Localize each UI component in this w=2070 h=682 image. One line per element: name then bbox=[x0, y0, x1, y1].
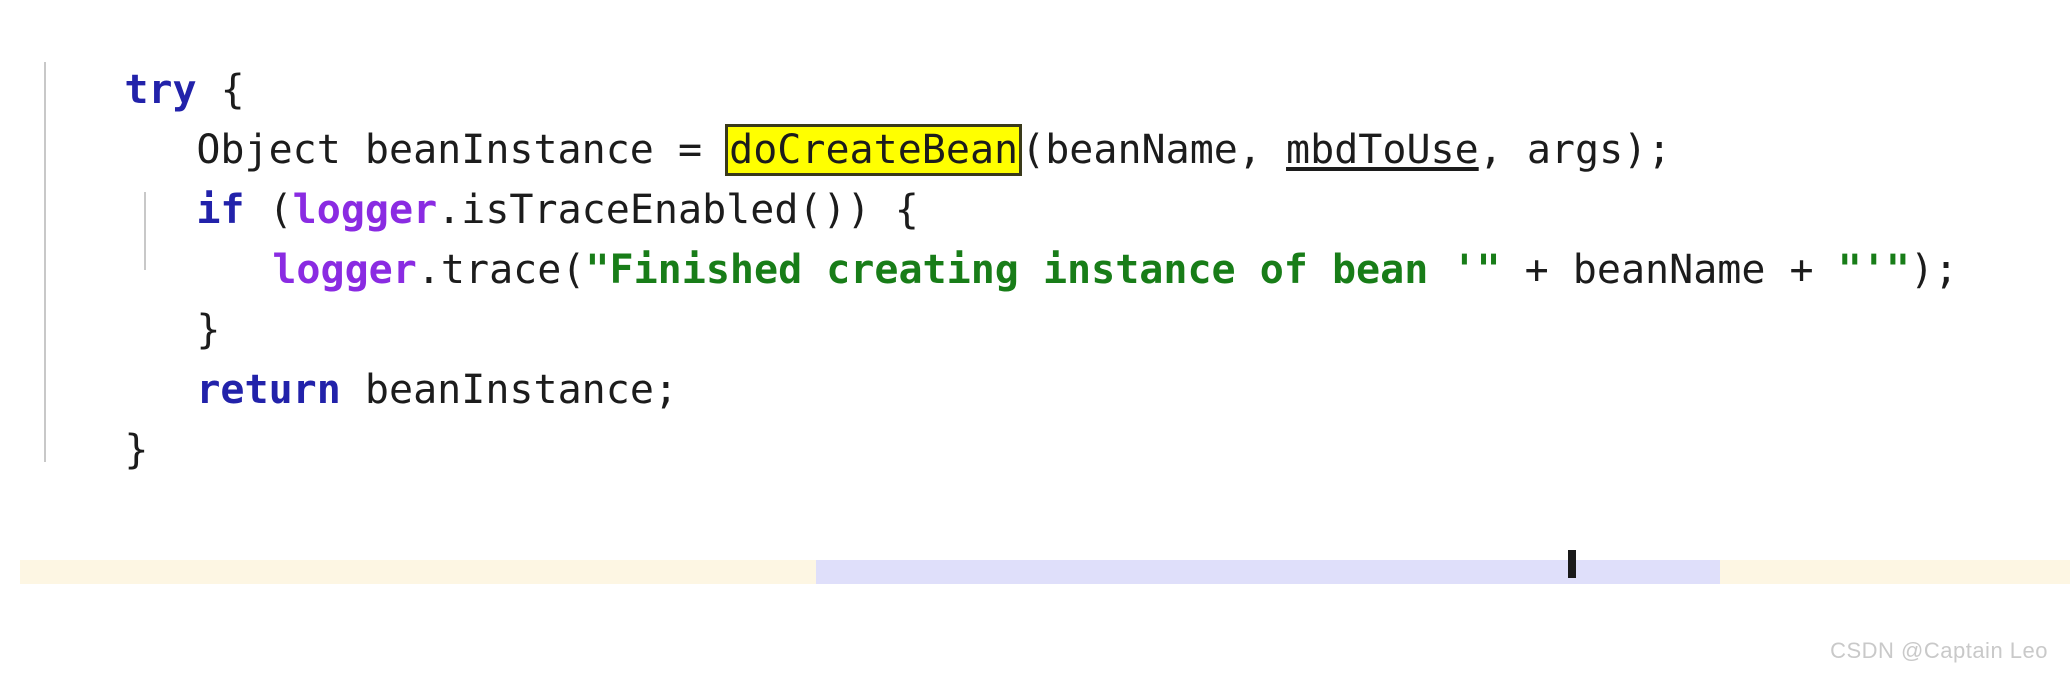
bar-cream-right bbox=[1720, 560, 2070, 584]
bar-lavender bbox=[816, 560, 1720, 584]
code-line[interactable]: Object beanInstance = doCreateBean(beanN… bbox=[0, 60, 2070, 176]
code-line[interactable]: logger.trace("Finished creating instance… bbox=[0, 180, 2070, 293]
code-line[interactable]: try { bbox=[0, 0, 2070, 113]
code-editor[interactable]: try { Object beanInstance = doCreateBean… bbox=[0, 0, 2070, 560]
bar-cream-left bbox=[20, 560, 816, 584]
code-line[interactable]: return beanInstance; bbox=[0, 300, 2070, 413]
code-token-plain: } bbox=[124, 427, 149, 473]
code-line[interactable]: } bbox=[0, 360, 2070, 473]
bottom-bar-strip bbox=[0, 560, 2070, 584]
code-line[interactable]: } bbox=[0, 240, 2070, 353]
watermark-text: CSDN @Captain Leo bbox=[1830, 638, 2048, 663]
code-line[interactable]: if (logger.isTraceEnabled()) { bbox=[0, 120, 2070, 233]
text-caret bbox=[1568, 550, 1576, 578]
